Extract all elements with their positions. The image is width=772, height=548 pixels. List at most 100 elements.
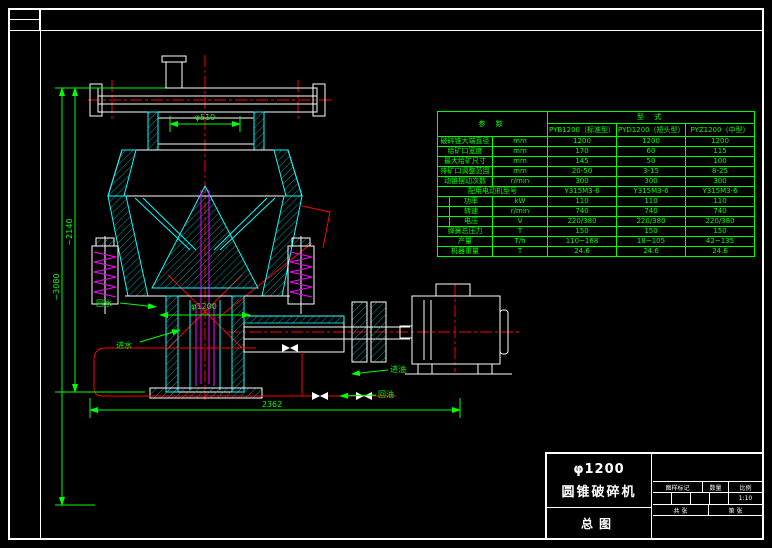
mark-cell — [710, 493, 729, 504]
spec-value: 50 — [617, 157, 686, 167]
spec-label: 破碎锥大端直径 — [438, 137, 493, 147]
dim-height-overall: ~3080 — [52, 273, 61, 300]
spec-value: 60 — [617, 147, 686, 157]
spec-row: 动锥摆动次数 r/min 300 300 300 — [438, 177, 755, 187]
spec-value: 150 — [686, 227, 755, 237]
spec-value: 24.6 — [548, 247, 617, 257]
title-block: φ1200 圆锥破碎机 总图 图样标记 数量 比例 1:10 共 张 第 张 — [545, 452, 764, 540]
spec-value: 42~135 — [686, 237, 755, 247]
spec-value: 1200 — [686, 137, 755, 147]
main-frame-base — [125, 296, 290, 398]
spec-value: 110 — [617, 197, 686, 207]
spec-model-2: PYD1200（短头型） — [617, 124, 686, 137]
spec-unit: mm — [493, 167, 548, 177]
spec-value: 300 — [686, 177, 755, 187]
spec-value: 170 — [548, 147, 617, 157]
spec-label: 转速 — [438, 207, 493, 217]
spec-row: 电压 V 220/380 220/380 220/380 — [438, 217, 755, 227]
spec-label: 动锥摆动次数 — [438, 177, 493, 187]
spec-row: 破碎锥大端直径 mm 1200 1200 1200 — [438, 137, 755, 147]
electric-motor — [400, 284, 512, 374]
title-block-name-area: φ1200 圆锥破碎机 总图 — [547, 454, 652, 538]
label-oil-return: 回油 — [378, 389, 394, 399]
mark-cell — [653, 493, 672, 504]
spec-label: 最大给矿尺寸 — [438, 157, 493, 167]
spec-value: 220/380 — [686, 217, 755, 227]
dim-cone-diameter: φ1200 — [191, 302, 217, 311]
label-oil-in: 进油 — [390, 364, 406, 374]
spec-value: 1200 — [548, 137, 617, 147]
spec-label: 产量 — [438, 237, 493, 247]
spec-unit: T/h — [493, 237, 548, 247]
dim-height-inner: ~2140 — [65, 218, 74, 245]
spec-param-header: 参 数 — [438, 112, 548, 137]
spec-label: 配用电动机型号 — [438, 187, 548, 197]
spec-value: 150 — [617, 227, 686, 237]
spec-value: 110 — [548, 197, 617, 207]
spec-unit: kW — [493, 197, 548, 207]
spec-value: 740 — [617, 207, 686, 217]
spec-row: 弹簧总压力 T 150 150 150 — [438, 227, 755, 237]
spec-row: 机器重量 T 24.6 24.6 24.6 — [438, 247, 755, 257]
spec-row: 最大给矿尺寸 mm 145 50 100 — [438, 157, 755, 167]
machine-name: 圆锥破碎机 — [561, 481, 636, 500]
spec-value: 100 — [686, 157, 755, 167]
sheet-inner-frame-vertical — [40, 8, 41, 540]
spec-unit: mm — [493, 157, 548, 167]
spec-value: 18~105 — [617, 237, 686, 247]
spec-label: 机器重量 — [438, 247, 493, 257]
spec-model-3: PYZ1200（中型） — [686, 124, 755, 137]
drawing-title: φ1200 圆锥破碎机 — [547, 454, 651, 508]
dim-base-width: 2362 — [262, 400, 282, 409]
machine-model: φ1200 — [573, 462, 624, 477]
spec-value: 24.6 — [686, 247, 755, 257]
label-water-return: 回水 — [96, 298, 112, 308]
spec-value: 300 — [617, 177, 686, 187]
spec-unit: mm — [493, 137, 548, 147]
spec-value: Y315M3-6 — [617, 187, 686, 197]
spec-row: 排矿口调整范围 mm 20-50 3-15 8-25 — [438, 167, 755, 177]
valve-icon — [312, 392, 328, 400]
spec-value: 115 — [686, 147, 755, 157]
spec-label: 弹簧总压力 — [438, 227, 493, 237]
valve-icon — [356, 392, 372, 400]
spec-value: 145 — [548, 157, 617, 167]
spec-value: 220/380 — [548, 217, 617, 227]
spec-type-header: 型 式 — [548, 112, 755, 124]
sheet-inner-frame-horizontal — [8, 30, 764, 31]
sheet-title: 总图 — [547, 508, 651, 538]
qty-header: 数量 — [703, 482, 729, 492]
info-grid-pages-row: 共 张 第 张 — [653, 505, 762, 516]
label-water-in: 进水 — [116, 340, 132, 350]
spec-value: 740 — [686, 207, 755, 217]
spec-unit: T — [493, 227, 548, 237]
spec-table: 参 数 型 式 PYB1200（标准型） PYD1200（短头型） PYZ120… — [437, 111, 755, 257]
spec-value: 8-25 — [686, 167, 755, 177]
spec-value: 20-50 — [548, 167, 617, 177]
spec-value: Y315M3-6 — [686, 187, 755, 197]
spec-unit: mm — [493, 147, 548, 157]
spec-model-1: PYB1200（标准型） — [548, 124, 617, 137]
spec-value: 110~168 — [548, 237, 617, 247]
frame-corner-box-2 — [8, 19, 40, 31]
spec-header-row: 参 数 型 式 — [438, 112, 755, 124]
spec-row: 功率 kW 110 110 110 — [438, 197, 755, 207]
info-grid-value-row: 1:10 — [653, 493, 762, 505]
spec-row: 给矿口宽度 mm 170 60 115 — [438, 147, 755, 157]
mark-cell — [691, 493, 710, 504]
info-grid-empty-top — [653, 454, 762, 482]
spec-unit: V — [493, 217, 548, 227]
info-grid-header-row: 图样标记 数量 比例 — [653, 482, 762, 493]
spec-value: 3-15 — [617, 167, 686, 177]
spec-label: 电压 — [438, 217, 493, 227]
valve-icon — [282, 344, 298, 352]
scale-header: 比例 — [729, 482, 762, 492]
spec-value: 150 — [548, 227, 617, 237]
spec-label: 给矿口宽度 — [438, 147, 493, 157]
mark-cell — [672, 493, 691, 504]
drawing-sheet: φ510 φ1200 2362 ~2140 ~3080 回水 进水 进油 回油 … — [0, 0, 772, 548]
spec-row: 转速 r/min 740 740 740 — [438, 207, 755, 217]
spec-unit: r/min — [493, 177, 548, 187]
spec-value: 110 — [686, 197, 755, 207]
spec-label: 功率 — [438, 197, 493, 207]
